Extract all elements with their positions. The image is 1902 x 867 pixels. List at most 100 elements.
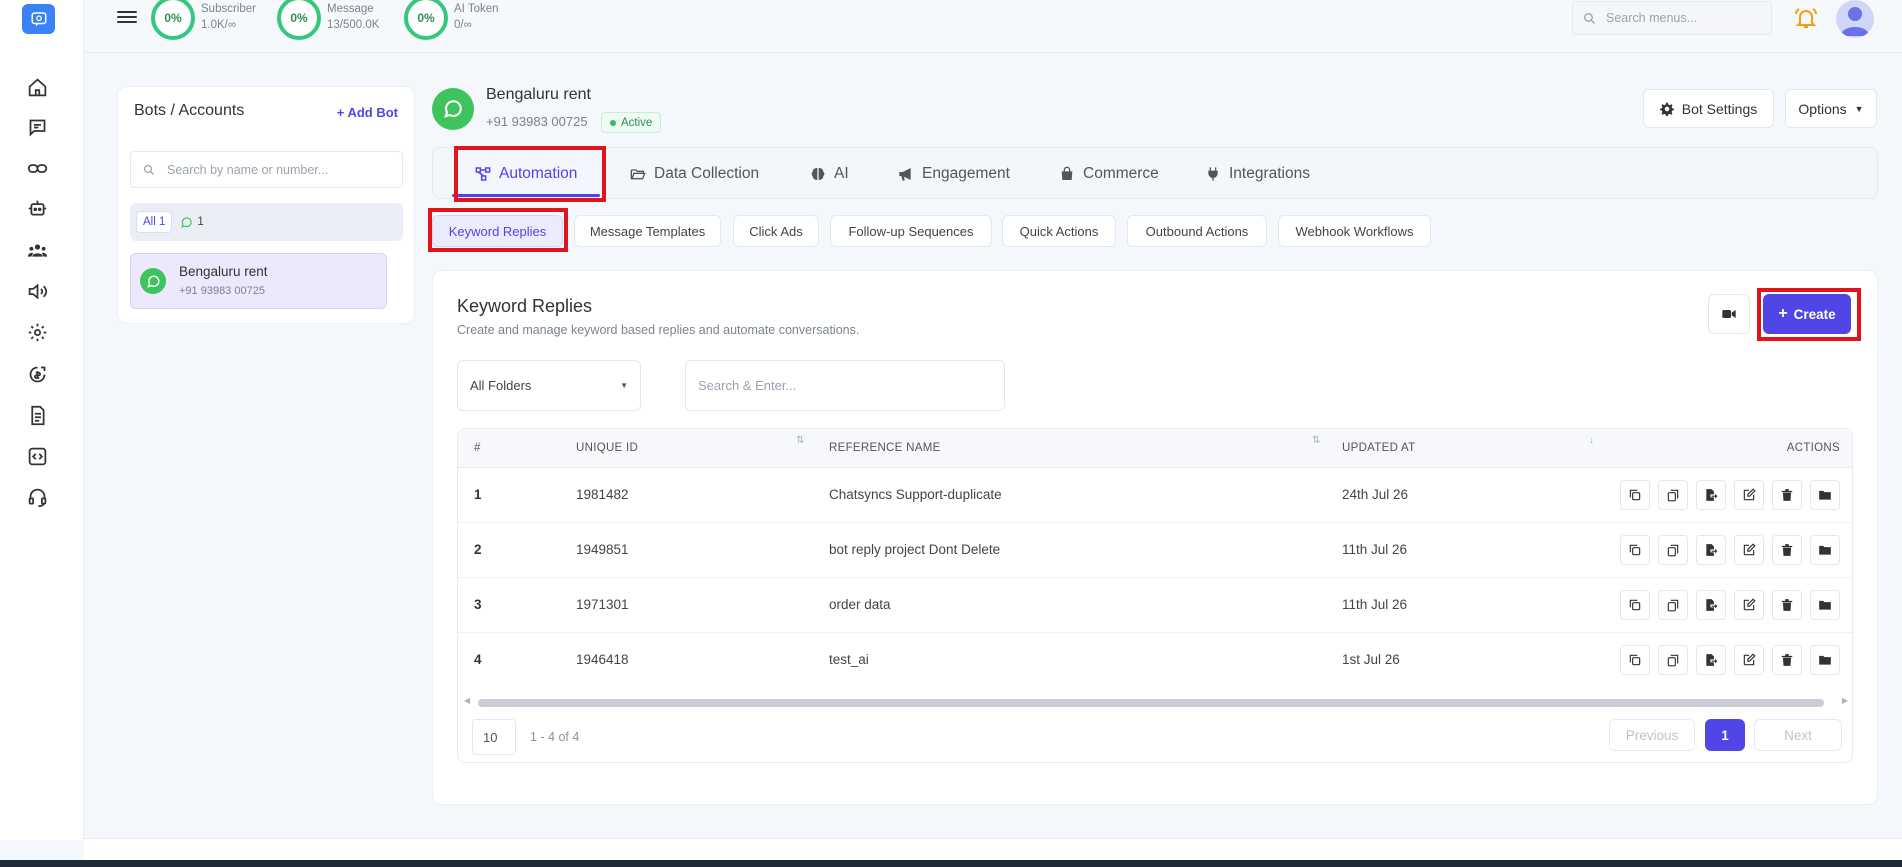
duplicate-icon[interactable]	[1658, 480, 1688, 510]
subtab-outbound-actions[interactable]: Outbound Actions	[1127, 215, 1267, 247]
tab-engagement[interactable]: Engagement	[898, 148, 1010, 200]
copy-icon[interactable]	[1620, 480, 1650, 510]
row-updated-at: 24th Jul 26	[1342, 487, 1409, 502]
tab-integrations[interactable]: Integrations	[1205, 148, 1310, 200]
status-dot	[610, 119, 616, 126]
row-reference-name: Chatsyncs Support-duplicate	[829, 487, 1002, 502]
shopping-bag-icon	[1061, 166, 1073, 180]
link-icon[interactable]	[25, 156, 49, 180]
tab-commerce[interactable]: Commerce	[1059, 148, 1159, 200]
trash-icon[interactable]	[1772, 590, 1802, 620]
subtab-message-templates[interactable]: Message Templates	[574, 215, 721, 247]
ai-token-label: AI Token	[454, 3, 499, 15]
bot-icon[interactable]	[25, 196, 49, 220]
footer	[84, 838, 1902, 860]
col-reference-name[interactable]: REFERENCE NAME	[829, 442, 941, 454]
duplicate-icon[interactable]	[1658, 645, 1688, 675]
trash-icon[interactable]	[1772, 480, 1802, 510]
keyword-search-input[interactable]: Search & Enter...	[685, 360, 1005, 411]
col-updated-at[interactable]: UPDATED AT	[1342, 442, 1416, 454]
code-icon[interactable]	[25, 444, 49, 468]
plus-icon: +	[1778, 305, 1788, 322]
col-actions: ACTIONS	[1786, 442, 1840, 454]
copy-icon[interactable]	[1620, 645, 1650, 675]
duplicate-icon[interactable]	[1658, 590, 1688, 620]
folder-icon[interactable]	[1810, 535, 1840, 565]
edit-icon[interactable]	[1734, 535, 1764, 565]
tab-ai[interactable]: AI	[810, 148, 849, 200]
subtab-webhook-workflows[interactable]: Webhook Workflows	[1278, 215, 1431, 247]
folder-select-value: All Folders	[470, 378, 532, 393]
trash-icon[interactable]	[1772, 535, 1802, 565]
tab-data-collection[interactable]: Data Collection	[630, 148, 759, 200]
gear-icon	[1659, 102, 1674, 116]
scrollbar-thumb[interactable]	[478, 699, 1824, 707]
scroll-right-arrow-icon[interactable]: ▶	[1842, 696, 1848, 705]
create-button-label: Create	[1793, 306, 1836, 322]
notification-bell-icon[interactable]	[1794, 6, 1818, 30]
create-button[interactable]: + Create	[1763, 294, 1851, 334]
video-tutorial-button[interactable]	[1708, 294, 1750, 334]
ai-token-percent: 0%	[404, 0, 448, 40]
export-icon[interactable]	[1696, 645, 1726, 675]
edit-icon[interactable]	[1734, 480, 1764, 510]
page-1-button[interactable]: 1	[1705, 719, 1745, 751]
home-icon[interactable]	[25, 75, 49, 99]
whatsapp-icon	[140, 268, 166, 294]
tab-commerce-label: Commerce	[1083, 165, 1159, 182]
subtab-keyword-replies[interactable]: Keyword Replies	[432, 215, 563, 247]
subtab-click-ads[interactable]: Click Ads	[733, 215, 819, 247]
page-size-input[interactable]: 10	[472, 719, 516, 755]
horizontal-scrollbar[interactable]: ◀ ▶	[464, 696, 1848, 708]
sort-desc-icon[interactable]: ↓	[1589, 435, 1594, 446]
row-number: 2	[474, 542, 482, 557]
ai-token-value: 0/∞	[454, 19, 472, 31]
scroll-left-arrow-icon[interactable]: ◀	[464, 696, 470, 705]
subtab-follow-up-sequences[interactable]: Follow-up Sequences	[830, 215, 992, 247]
export-icon[interactable]	[1696, 480, 1726, 510]
folder-icon[interactable]	[1810, 645, 1840, 675]
user-avatar[interactable]	[1836, 0, 1874, 38]
sort-icon[interactable]: ⇅	[796, 435, 804, 446]
filter-whatsapp-chip[interactable]: 1	[180, 216, 204, 229]
row-reference-name: test_ai	[829, 652, 869, 667]
edit-icon[interactable]	[1734, 590, 1764, 620]
status-badge-label: Active	[621, 116, 653, 129]
support-headset-icon[interactable]	[25, 485, 49, 509]
add-bot-button[interactable]: + Add Bot	[337, 105, 398, 120]
search-icon	[143, 164, 154, 175]
bot-list-item[interactable]: Bengaluru rent +91 93983 00725	[130, 253, 387, 309]
duplicate-icon[interactable]	[1658, 535, 1688, 565]
chat-icon[interactable]	[25, 115, 49, 139]
previous-page-button[interactable]: Previous	[1609, 719, 1695, 751]
folder-icon[interactable]	[1810, 590, 1840, 620]
billing-icon[interactable]	[25, 362, 49, 386]
video-camera-icon	[1722, 310, 1736, 318]
settings-icon[interactable]	[25, 320, 49, 344]
sort-icon[interactable]: ⇅	[1312, 435, 1320, 446]
next-page-button[interactable]: Next	[1754, 719, 1842, 751]
subtab-quick-actions[interactable]: Quick Actions	[1002, 215, 1116, 247]
folder-icon[interactable]	[1810, 480, 1840, 510]
options-dropdown-button[interactable]: Options ▼	[1785, 89, 1877, 128]
users-icon[interactable]	[25, 238, 49, 262]
col-unique-id[interactable]: UNIQUE ID	[576, 442, 638, 454]
folder-select[interactable]: All Folders ▼	[457, 360, 641, 411]
row-number: 1	[474, 487, 482, 502]
row-unique-id: 1949851	[576, 542, 629, 557]
app-logo-icon[interactable]	[22, 4, 55, 34]
search-menus-input[interactable]: Search menus...	[1572, 1, 1772, 35]
copy-icon[interactable]	[1620, 590, 1650, 620]
bot-settings-button[interactable]: Bot Settings	[1643, 89, 1774, 128]
broadcast-icon[interactable]	[25, 279, 49, 303]
menu-toggle-icon[interactable]	[117, 8, 137, 26]
export-icon[interactable]	[1696, 590, 1726, 620]
copy-icon[interactable]	[1620, 535, 1650, 565]
tab-automation[interactable]: Automation	[475, 148, 577, 200]
filter-all-chip[interactable]: All 1	[136, 211, 173, 233]
trash-icon[interactable]	[1772, 645, 1802, 675]
edit-icon[interactable]	[1734, 645, 1764, 675]
document-icon[interactable]	[25, 403, 49, 427]
export-icon[interactable]	[1696, 535, 1726, 565]
bot-search-input[interactable]: Search by name or number...	[130, 151, 403, 188]
